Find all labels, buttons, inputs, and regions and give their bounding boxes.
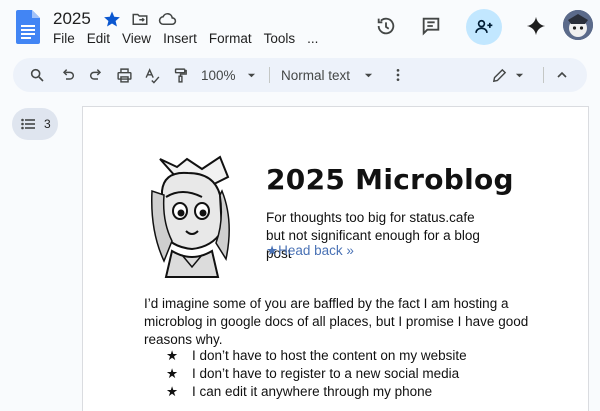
menu-view[interactable]: View bbox=[122, 31, 151, 46]
docs-logo-icon[interactable] bbox=[16, 10, 40, 44]
toolbar-divider bbox=[269, 67, 270, 83]
list-item: ★ I can edit it anywhere through my phone bbox=[166, 383, 467, 401]
blog-title: 2025 Microblog bbox=[266, 163, 514, 196]
menu-edit[interactable]: Edit bbox=[87, 31, 110, 46]
menu-more[interactable]: ... bbox=[307, 31, 318, 46]
cloud-status-icon[interactable] bbox=[157, 8, 179, 30]
menu-insert[interactable]: Insert bbox=[163, 31, 197, 46]
document-outline-button[interactable]: 3 bbox=[12, 108, 58, 140]
history-icon[interactable] bbox=[370, 10, 402, 42]
pencil-icon bbox=[492, 68, 506, 82]
list-item: ★ I don’t have to host the content on my … bbox=[166, 347, 467, 365]
list-item-text: I can edit it anywhere through my phone bbox=[192, 384, 433, 399]
comments-icon[interactable] bbox=[415, 10, 447, 42]
more-options-icon[interactable] bbox=[387, 58, 409, 92]
chevron-down-icon bbox=[515, 73, 523, 77]
share-button[interactable] bbox=[466, 9, 502, 45]
print-icon[interactable] bbox=[113, 58, 135, 92]
menu-bar: File Edit View Insert Format Tools ... bbox=[53, 31, 330, 46]
outline-list-icon bbox=[21, 118, 35, 130]
menu-format[interactable]: Format bbox=[209, 31, 252, 46]
head-back-link[interactable]: ★Head back » bbox=[266, 243, 354, 259]
chevron-down-icon bbox=[364, 73, 373, 77]
reasons-list: ★ I don’t have to host the content on my … bbox=[166, 347, 467, 401]
paint-format-icon[interactable] bbox=[169, 58, 191, 92]
outline-count: 3 bbox=[44, 117, 51, 131]
zoom-value: 100% bbox=[201, 67, 236, 83]
search-menus-icon[interactable] bbox=[26, 58, 48, 92]
girl-with-bow-illustration bbox=[144, 153, 240, 279]
bullet-star-icon: ★ bbox=[166, 384, 179, 399]
intro-paragraph: I’d imagine some of you are baffled by t… bbox=[144, 296, 529, 347]
document-page[interactable]: 2025 Microblog For thoughts too big for … bbox=[82, 106, 589, 411]
star-icon[interactable] bbox=[101, 8, 123, 30]
list-item: ★ I don’t have to register to a new socia… bbox=[166, 365, 467, 383]
toolbar-divider bbox=[543, 67, 544, 83]
bullet-star-icon: ★ bbox=[166, 348, 179, 363]
redo-icon[interactable] bbox=[85, 58, 107, 92]
list-item-text: I don’t have to host the content on my w… bbox=[192, 348, 467, 363]
bullet-star-icon: ★ bbox=[166, 366, 179, 381]
paragraph-style-value: Normal text bbox=[281, 67, 351, 83]
add-person-icon bbox=[475, 19, 493, 33]
hide-menus-icon[interactable] bbox=[551, 58, 573, 92]
menu-tools[interactable]: Tools bbox=[264, 31, 296, 46]
document-title[interactable]: 2025 bbox=[53, 9, 91, 29]
editing-mode-select[interactable] bbox=[487, 58, 527, 92]
menu-file[interactable]: File bbox=[53, 31, 75, 46]
gemini-sparkle-icon[interactable] bbox=[520, 10, 552, 42]
chevron-down-icon bbox=[247, 73, 255, 77]
undo-icon[interactable] bbox=[57, 58, 79, 92]
list-item-text: I don’t have to register to a new social… bbox=[192, 366, 460, 381]
zoom-select[interactable]: 100% bbox=[201, 58, 261, 92]
move-folder-icon[interactable] bbox=[129, 8, 151, 30]
spellcheck-icon[interactable] bbox=[141, 58, 163, 92]
account-avatar[interactable] bbox=[563, 10, 593, 40]
editing-toolbar: 100% Normal text bbox=[13, 58, 587, 92]
top-right-actions bbox=[370, 0, 600, 52]
top-bar: 2025 File Edit View Insert Format Tools … bbox=[0, 0, 600, 56]
paragraph-style-select[interactable]: Normal text bbox=[281, 58, 377, 92]
